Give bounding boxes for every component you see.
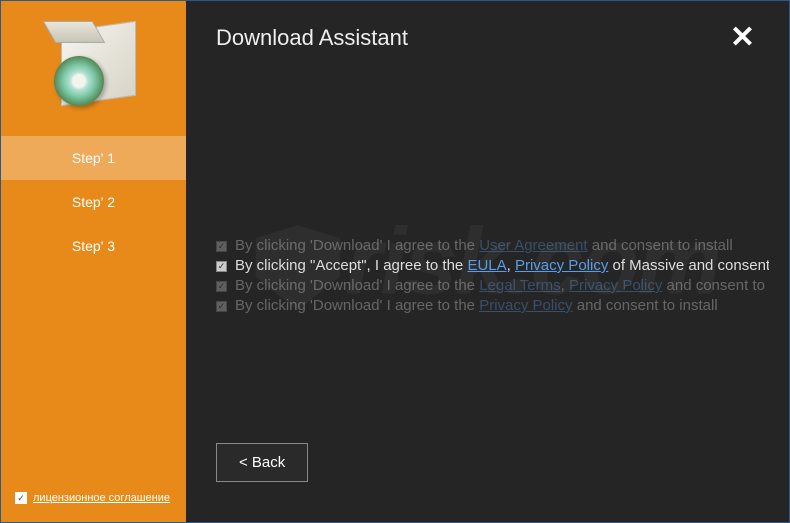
consent-checkbox[interactable]: ✓ [216, 241, 227, 252]
consent-row: ✓ By clicking 'Download' I agree to the … [216, 277, 769, 295]
privacy-policy-link[interactable]: Privacy Policy [479, 297, 572, 314]
consent-text: and consent to install [588, 237, 733, 254]
consent-area: ✓ By clicking 'Download' I agree to the … [216, 237, 769, 317]
sidebar: Step' 1 Step' 2 Step' 3 ✓ лицензионное с… [1, 1, 186, 522]
header: Download Assistant ✕ [186, 1, 789, 53]
separator: , [507, 257, 515, 274]
close-icon[interactable]: ✕ [726, 23, 759, 53]
steps-list: Step' 1 Step' 2 Step' 3 [1, 136, 186, 268]
license-checkbox[interactable]: ✓ [15, 492, 27, 504]
consent-text: and consent to install [573, 297, 718, 314]
consent-text: By clicking 'Download' I agree to the [235, 237, 479, 254]
separator: , [561, 277, 569, 294]
privacy-policy-link[interactable]: Privacy Policy [569, 277, 662, 294]
license-footer: ✓ лицензионное соглашение [15, 492, 170, 504]
consent-row: ✓ By clicking 'Download' I agree to the … [216, 297, 769, 315]
back-button[interactable]: < Back [216, 443, 308, 482]
main-panel: Download Assistant ✕ risk.com ✓ By click… [186, 1, 789, 522]
consent-text: and consent to [662, 277, 765, 294]
consent-text: By clicking 'Download' I agree to the [235, 277, 479, 294]
license-agreement-link[interactable]: лицензионное соглашение [33, 492, 170, 504]
consent-row: ✓ By clicking 'Download' I agree to the … [216, 237, 769, 255]
step-3[interactable]: Step' 3 [1, 224, 186, 268]
step-2[interactable]: Step' 2 [1, 180, 186, 224]
consent-checkbox[interactable]: ✓ [216, 261, 227, 272]
installer-icon [49, 21, 139, 111]
legal-terms-link[interactable]: Legal Terms [479, 277, 560, 294]
consent-text: By clicking "Accept", I agree to the [235, 257, 467, 274]
consent-row: ✓ By clicking "Accept", I agree to the E… [216, 257, 769, 275]
page-title: Download Assistant [216, 25, 408, 51]
consent-text: By clicking 'Download' I agree to the [235, 297, 479, 314]
consent-text: of Massive and consent [608, 257, 769, 274]
step-1[interactable]: Step' 1 [1, 136, 186, 180]
privacy-policy-link[interactable]: Privacy Policy [515, 257, 608, 274]
consent-checkbox[interactable]: ✓ [216, 281, 227, 292]
user-agreement-link[interactable]: User Agreement [479, 237, 587, 254]
eula-link[interactable]: EULA [467, 257, 506, 274]
consent-checkbox[interactable]: ✓ [216, 301, 227, 312]
